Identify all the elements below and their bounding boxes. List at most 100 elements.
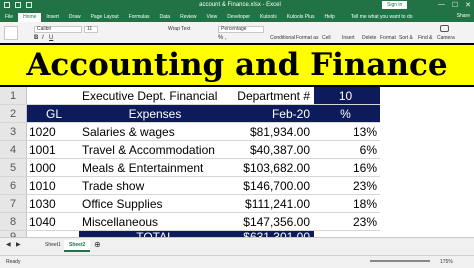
cell-b[interactable]: Expenses <box>79 105 228 122</box>
row-header[interactable]: 3 <box>0 123 27 140</box>
tab-draw[interactable]: Draw <box>64 13 86 22</box>
percent-icon[interactable]: % , <box>218 35 227 41</box>
maximize-button[interactable]: ☐ <box>452 1 458 9</box>
cell-d[interactable]: 16% <box>314 159 380 176</box>
status-bar: Ready 175% <box>0 255 474 268</box>
conditional-formatting-button[interactable]: Conditional <box>270 35 295 41</box>
insert-cells-button[interactable]: Insert <box>342 35 355 41</box>
cell-b[interactable]: Salaries & wages <box>79 123 228 140</box>
cell-styles-button[interactable]: Cell <box>322 35 331 41</box>
underline-icon[interactable]: U <box>49 35 53 41</box>
sign-in-button[interactable]: Sign in <box>382 1 408 9</box>
undo-icon[interactable] <box>15 2 21 8</box>
tab-formulas[interactable]: Formulas <box>124 13 155 22</box>
tab-data[interactable]: Data <box>155 13 176 22</box>
cell-a[interactable]: GL <box>27 105 79 122</box>
spreadsheet-grid[interactable]: 1 Executive Dept. Financial Department #… <box>0 87 474 237</box>
cell-d[interactable]: % <box>314 105 380 122</box>
zoom-level[interactable]: 175% <box>440 259 453 265</box>
tab-help[interactable]: Help <box>320 13 340 22</box>
format-as-table-button[interactable]: Format as <box>296 35 319 41</box>
italic-icon[interactable]: I <box>42 35 44 41</box>
cell-b[interactable]: Meals & Entertainment <box>79 159 228 176</box>
tab-kutools[interactable]: Kutools <box>255 13 282 22</box>
share-button[interactable]: Share <box>457 13 470 19</box>
cell-a[interactable]: 1040 <box>27 213 79 230</box>
ribbon-tabs: File Home Insert Draw Page Layout Formul… <box>0 12 474 22</box>
cell-b[interactable]: Miscellaneous <box>79 213 228 230</box>
camera-icon <box>440 25 449 32</box>
wrap-text-button[interactable]: Wrap Text <box>168 26 190 32</box>
tell-me-box[interactable]: Tell me what you want to do <box>346 13 418 22</box>
bold-icon[interactable]: B <box>34 35 38 41</box>
tab-page-layout[interactable]: Page Layout <box>86 13 124 22</box>
paste-icon[interactable] <box>4 26 18 40</box>
number-format-select[interactable]: Percentage <box>218 26 264 33</box>
tab-kutools-plus[interactable]: Kutools Plus <box>282 13 320 22</box>
cell-a[interactable]: 1030 <box>27 195 79 212</box>
cell-d[interactable]: 10 <box>314 87 380 104</box>
add-sheet-icon[interactable]: ⊕ <box>94 240 101 249</box>
window-title: account & Finance.xlsx - Excel <box>199 2 281 8</box>
tab-file[interactable]: File <box>0 13 18 22</box>
tab-home[interactable]: Home <box>18 13 42 22</box>
status-area: ◀ ▶ Sheet1 Sheet2 ⊕ Ready 175% <box>0 237 474 268</box>
cell-d[interactable]: 23% <box>314 177 380 194</box>
cell-b[interactable]: Travel & Accommodation <box>79 141 228 158</box>
banner-title: Accounting and Finance <box>26 47 448 83</box>
delete-cells-button[interactable]: Delete <box>362 35 376 41</box>
font-name-select[interactable]: Calibri <box>34 26 82 33</box>
cell-c[interactable]: Department # <box>228 87 314 104</box>
cell-c[interactable]: Feb-20 <box>228 105 314 122</box>
cell-d[interactable]: 13% <box>314 123 380 140</box>
save-icon[interactable] <box>4 2 10 8</box>
font-size-select[interactable]: 11 <box>84 26 98 33</box>
cell-a[interactable] <box>27 87 79 104</box>
cell-c[interactable]: $111,241.00 <box>228 195 314 212</box>
tab-insert[interactable]: Insert <box>41 13 64 22</box>
redo-icon[interactable] <box>26 2 32 8</box>
cell-a[interactable]: 1010 <box>27 177 79 194</box>
close-button[interactable]: ✕ <box>465 1 471 9</box>
cell-c[interactable]: $81,934.00 <box>228 123 314 140</box>
ribbon: Calibri 11 B I U Wrap Text Percentage % … <box>0 22 474 44</box>
sort-filter-button[interactable]: Sort & <box>399 35 413 41</box>
sheet-tab-sheet2[interactable]: Sheet2 <box>64 240 91 252</box>
next-sheet-arrow-icon[interactable]: ▶ <box>16 241 21 248</box>
cell-d[interactable]: 18% <box>314 195 380 212</box>
tab-developer[interactable]: Developer <box>222 13 255 22</box>
cell-c[interactable]: $146,700.00 <box>228 177 314 194</box>
sheet-tab-sheet1[interactable]: Sheet1 <box>40 240 66 250</box>
row-header[interactable]: 1 <box>0 87 27 104</box>
cell-a[interactable]: 1001 <box>27 141 79 158</box>
cell-c[interactable]: $147,356.00 <box>228 213 314 230</box>
row-header[interactable]: 7 <box>0 195 27 212</box>
cell-d[interactable]: 6% <box>314 141 380 158</box>
quick-access-toolbar <box>4 2 32 8</box>
row-header[interactable]: 4 <box>0 141 27 158</box>
cell-a[interactable]: 1020 <box>27 123 79 140</box>
format-cells-button[interactable]: Format <box>380 35 396 41</box>
row-header[interactable]: 8 <box>0 213 27 230</box>
cell-c[interactable]: $40,387.00 <box>228 141 314 158</box>
cell-b[interactable]: Office Supplies <box>79 195 228 212</box>
row-header[interactable]: 5 <box>0 159 27 176</box>
tab-view[interactable]: View <box>202 13 223 22</box>
cell-c[interactable]: $103,682.00 <box>228 159 314 176</box>
cell-d[interactable]: 23% <box>314 213 380 230</box>
empty-columns[interactable] <box>380 87 474 237</box>
title-banner: Accounting and Finance <box>0 43 474 87</box>
title-bar: account & Finance.xlsx - Excel Sign in —… <box>0 0 474 12</box>
status-ready: Ready <box>6 259 21 265</box>
camera-button[interactable]: Camera <box>437 35 455 41</box>
cell-b[interactable]: Trade show <box>79 177 228 194</box>
row-header[interactable]: 6 <box>0 177 27 194</box>
zoom-slider[interactable] <box>370 260 430 262</box>
tab-review[interactable]: Review <box>175 13 201 22</box>
prev-sheet-arrow-icon[interactable]: ◀ <box>6 241 11 248</box>
cell-a[interactable]: 1000 <box>27 159 79 176</box>
minimize-button[interactable]: — <box>438 1 445 9</box>
find-select-button[interactable]: Find & <box>418 35 432 41</box>
row-header[interactable]: 2 <box>0 105 27 122</box>
cell-b[interactable]: Executive Dept. Financial <box>79 87 228 104</box>
